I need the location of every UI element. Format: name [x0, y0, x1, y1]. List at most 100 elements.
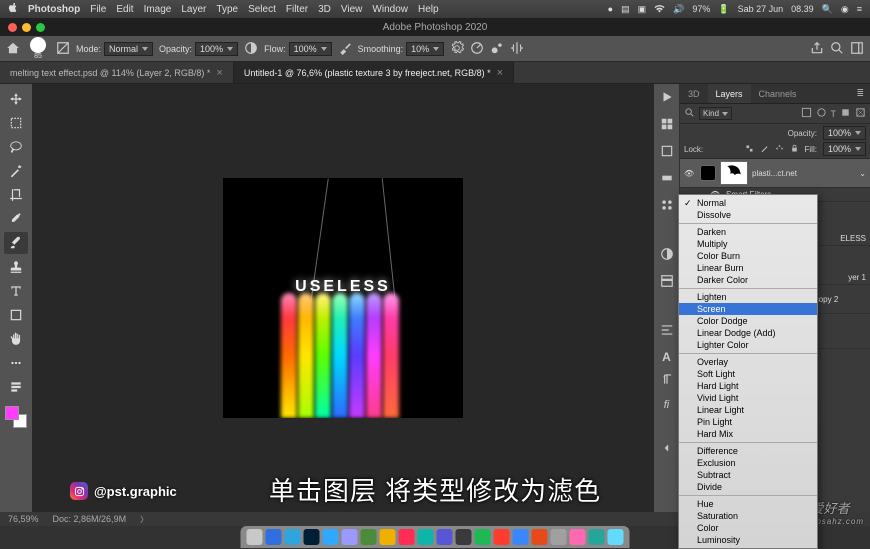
marquee-tool[interactable]: [4, 112, 28, 134]
close-icon[interactable]: ×: [497, 67, 503, 79]
wand-tool[interactable]: [4, 160, 28, 182]
layer-item[interactable]: 👁 plasti...ct.net ⌄: [680, 159, 870, 188]
document-tab-2[interactable]: Untitled-1 @ 76,6% (plastic texture 3 by…: [234, 62, 514, 83]
more-tools-icon[interactable]: [4, 352, 28, 374]
canvas-area[interactable]: USELESS: [32, 84, 654, 512]
panel-para-icon[interactable]: [660, 372, 674, 391]
eyedropper-tool[interactable]: [4, 208, 28, 230]
apple-menu-icon[interactable]: [8, 3, 18, 16]
window-close-button[interactable]: [8, 23, 17, 32]
panel-play-icon[interactable]: [660, 90, 674, 109]
blend-option-linear-burn[interactable]: Linear Burn: [679, 262, 817, 274]
doc-info[interactable]: Doc: 2,86M/26,9M: [53, 514, 127, 524]
panel-patterns-icon[interactable]: [660, 198, 674, 217]
lock-pixels-icon[interactable]: [760, 144, 769, 155]
blend-option-lighter-color[interactable]: Lighter Color: [679, 339, 817, 351]
panel-color-icon[interactable]: [660, 117, 674, 136]
status-notif-icon[interactable]: ≡: [857, 4, 862, 14]
panel-swatches-icon[interactable]: [660, 144, 674, 163]
pressure-size-icon[interactable]: [490, 41, 504, 57]
blend-option-multiply[interactable]: Multiply: [679, 238, 817, 250]
hand-tool[interactable]: [4, 328, 28, 350]
filter-image-icon[interactable]: [801, 107, 812, 120]
blend-option-darker-color[interactable]: Darker Color: [679, 274, 817, 286]
dock-app-15[interactable]: [532, 529, 548, 545]
dock-app-5[interactable]: [342, 529, 358, 545]
menu-window[interactable]: Window: [372, 4, 408, 15]
window-fullscreen-button[interactable]: [36, 23, 45, 32]
brush-tool[interactable]: [4, 232, 28, 254]
brush-preview-icon[interactable]: [30, 37, 46, 53]
eye-icon[interactable]: 👁: [684, 169, 696, 178]
blend-option-pin-light[interactable]: Pin Light: [679, 416, 817, 428]
menu-type[interactable]: Type: [216, 4, 238, 15]
status-battery-icon[interactable]: 🔋: [718, 4, 729, 15]
lock-all-icon[interactable]: [790, 144, 799, 155]
blend-mode-dropdown[interactable]: NormalDissolveDarkenMultiplyColor BurnLi…: [678, 194, 818, 549]
menu-help[interactable]: Help: [418, 4, 439, 15]
status-wifi-icon[interactable]: [654, 4, 665, 15]
angle-icon[interactable]: [470, 41, 484, 57]
menu-3d[interactable]: 3D: [318, 4, 331, 15]
blend-mode-select[interactable]: Normal: [104, 42, 153, 56]
blend-option-normal[interactable]: Normal: [679, 197, 817, 209]
brush-settings-icon[interactable]: [56, 41, 70, 57]
layer-mask-thumb[interactable]: [720, 161, 748, 185]
blend-option-divide[interactable]: Divide: [679, 481, 817, 493]
menu-view[interactable]: View: [341, 4, 363, 15]
lock-transparency-icon[interactable]: [745, 144, 754, 155]
panel-char-icon[interactable]: A: [662, 350, 671, 364]
menu-image[interactable]: Image: [144, 4, 172, 15]
dock-app-16[interactable]: [551, 529, 567, 545]
move-tool[interactable]: [4, 88, 28, 110]
panel-gradients-icon[interactable]: [660, 171, 674, 190]
dock-app-2[interactable]: [285, 529, 301, 545]
smoothing-input[interactable]: 10%: [406, 42, 444, 56]
dock-app-14[interactable]: [513, 529, 529, 545]
dock-app-6[interactable]: [361, 529, 377, 545]
panel-tab-layers[interactable]: Layers: [708, 84, 751, 103]
edit-toolbar-icon[interactable]: [4, 376, 28, 398]
layer-opacity-input[interactable]: 100%: [823, 126, 866, 140]
filter-smart-icon[interactable]: [855, 107, 866, 120]
panel-styles-icon[interactable]: [660, 274, 674, 293]
symmetry-icon[interactable]: [510, 41, 524, 57]
blend-option-difference[interactable]: Difference: [679, 445, 817, 457]
flow-input[interactable]: 100%: [289, 42, 332, 56]
blend-option-linear-light[interactable]: Linear Light: [679, 404, 817, 416]
dock-app-10[interactable]: [437, 529, 453, 545]
filter-adjust-icon[interactable]: [816, 107, 827, 120]
close-icon[interactable]: ×: [216, 67, 222, 79]
gear-icon[interactable]: [450, 41, 464, 57]
blend-option-darken[interactable]: Darken: [679, 226, 817, 238]
status-menu-icon[interactable]: ▤: [621, 4, 630, 15]
dock-app-13[interactable]: [494, 529, 510, 545]
chevron-down-icon[interactable]: ⌄: [859, 169, 866, 178]
search-icon[interactable]: [830, 41, 844, 57]
stamp-tool[interactable]: [4, 256, 28, 278]
filter-shape-icon[interactable]: [840, 107, 851, 120]
blend-option-subtract[interactable]: Subtract: [679, 469, 817, 481]
document-tab-1[interactable]: melting text effect.psd @ 114% (Layer 2,…: [0, 62, 234, 83]
dock-app-0[interactable]: [247, 529, 263, 545]
status-search-icon[interactable]: 🔍: [822, 4, 833, 15]
blend-option-lighten[interactable]: Lighten: [679, 291, 817, 303]
blend-option-linear-dodge-add-[interactable]: Linear Dodge (Add): [679, 327, 817, 339]
menu-select[interactable]: Select: [248, 4, 276, 15]
app-name[interactable]: Photoshop: [28, 4, 80, 15]
panel-menu-icon[interactable]: ≣: [850, 88, 870, 99]
canvas[interactable]: USELESS: [223, 178, 463, 418]
window-minimize-button[interactable]: [22, 23, 31, 32]
filter-type-icon[interactable]: T: [831, 109, 837, 119]
dock-app-19[interactable]: [608, 529, 624, 545]
type-tool[interactable]: [4, 280, 28, 302]
dock-app-17[interactable]: [570, 529, 586, 545]
pressure-opacity-icon[interactable]: [244, 41, 258, 57]
search-icon[interactable]: [684, 107, 695, 120]
blend-option-color-dodge[interactable]: Color Dodge: [679, 315, 817, 327]
blend-option-vivid-light[interactable]: Vivid Light: [679, 392, 817, 404]
share-icon[interactable]: [810, 41, 824, 57]
dock-app-11[interactable]: [456, 529, 472, 545]
layer-thumb[interactable]: [700, 165, 716, 181]
menu-layer[interactable]: Layer: [181, 4, 206, 15]
